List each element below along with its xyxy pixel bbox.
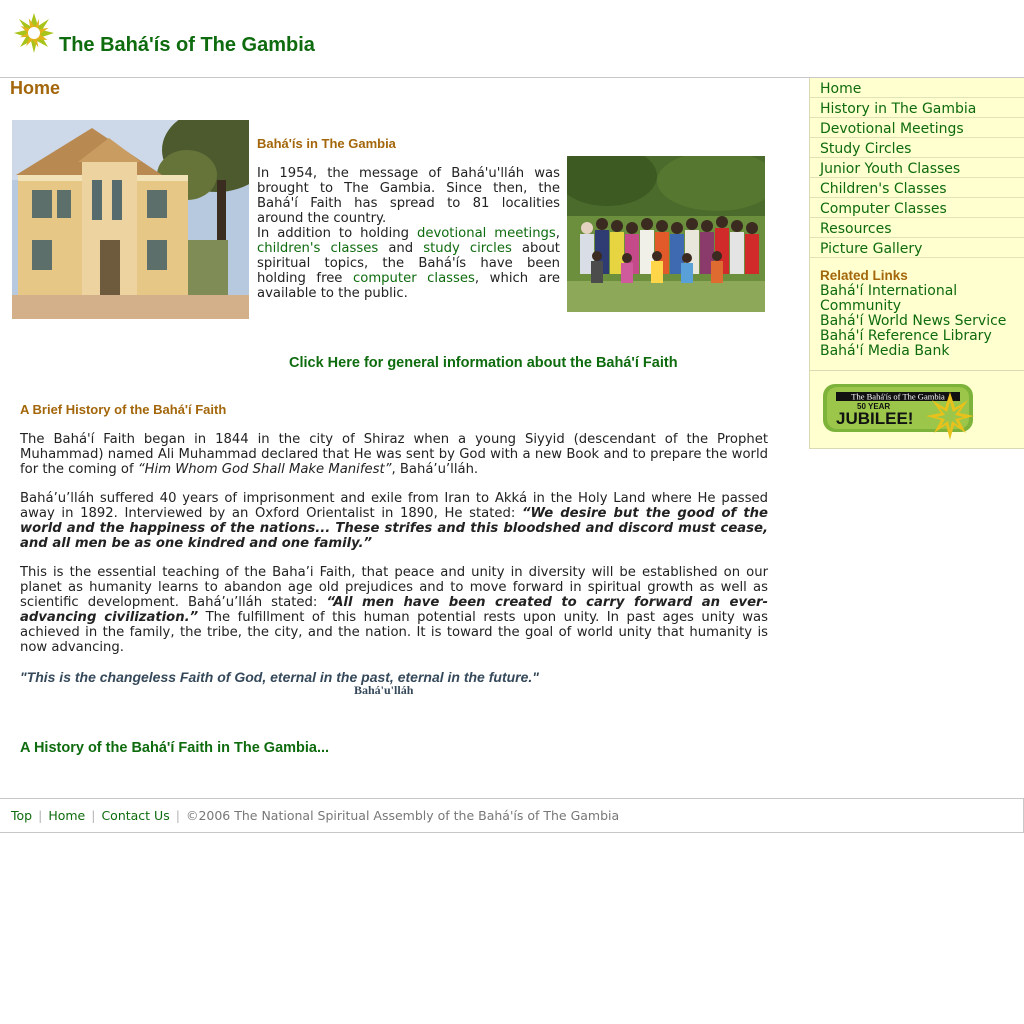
history-paragraph-1: The Bahá'í Faith began in 1844 in the ci… [20, 432, 768, 477]
sidebar-item-study-circles[interactable]: Study Circles [810, 138, 1024, 158]
page-footer: Top | Home | Contact Us | ©2006 The National S… [0, 798, 1024, 833]
sidebar-item-computer[interactable]: Computer Classes [810, 198, 1024, 218]
related-links-title: Related Links [820, 268, 908, 283]
footer-separator: | [38, 808, 43, 823]
childrens-classes-link[interactable]: children's classes [257, 241, 378, 256]
intro-section: Bahá'ís in The Gambia In 1954, the messa… [257, 136, 560, 301]
related-link-media[interactable]: Bahá'í Media Bank [820, 344, 1020, 359]
computer-classes-link[interactable]: computer classes [353, 271, 475, 286]
sidebar-item-label[interactable]: Study Circles [820, 141, 911, 157]
banner-line-1: The Bahá'ís of The Gambia [851, 392, 945, 402]
devotional-meetings-link[interactable]: devotional meetings [417, 226, 556, 241]
sidebar: Home History in The Gambia Devotional Me… [809, 78, 1024, 449]
footer-top-link[interactable]: Top [11, 808, 32, 823]
sidebar-item-label[interactable]: Devotional Meetings [820, 121, 964, 137]
comma-text: , [555, 226, 560, 241]
intro-paragraph: In 1954, the message of Bahá'u'lláh was … [257, 166, 560, 226]
related-link-library[interactable]: Bahá'í Reference Library [820, 329, 1020, 344]
sidebar-item-gallery[interactable]: Picture Gallery [810, 238, 1024, 258]
gambia-history-link[interactable]: A History of the Bahá'í Faith in The Gam… [20, 740, 329, 756]
related-link-news[interactable]: Bahá'í World News Service [820, 314, 1020, 329]
intro-text: In addition to holding [257, 226, 409, 241]
related-links: Related Links Bahá'í International Commu… [820, 267, 1020, 359]
history-quote: “Him Whom God Shall Make Manifest” [137, 462, 392, 477]
closing-quote: "This is the changeless Faith of God, et… [20, 669, 539, 685]
study-circles-link[interactable]: study circles [423, 241, 512, 256]
sidebar-item-label[interactable]: Children's Classes [820, 181, 947, 197]
general-info-link[interactable]: Click Here for general information about… [289, 355, 678, 371]
jubilee-banner[interactable]: The Bahá'ís of The Gambia 50 YEAR JUBILE… [822, 382, 977, 448]
brief-history-section: A Brief History of the Bahá'í Faith The … [20, 402, 768, 669]
sidebar-item-label[interactable]: Picture Gallery [820, 241, 922, 257]
sidebar-item-devotional[interactable]: Devotional Meetings [810, 118, 1024, 138]
sidebar-item-label[interactable]: Computer Classes [820, 201, 947, 217]
footer-separator: | [175, 808, 180, 823]
related-link-bic[interactable]: Bahá'í International Community [820, 284, 1020, 314]
sidebar-item-label[interactable]: Resources [820, 221, 892, 237]
sidebar-item-label[interactable]: Junior Youth Classes [820, 161, 960, 177]
history-text: , Bahá’u’lláh. [391, 462, 479, 477]
footer-separator: | [91, 808, 96, 823]
sidebar-nav: Home History in The Gambia Devotional Me… [810, 78, 1024, 258]
page-title: Home [10, 78, 61, 98]
sidebar-item-label[interactable]: History in The Gambia [820, 101, 976, 117]
sidebar-item-history[interactable]: History in The Gambia [810, 98, 1024, 118]
sidebar-item-childrens[interactable]: Children's Classes [810, 178, 1024, 198]
site-header: The Bahá'ís of The Gambia [0, 0, 1024, 78]
closing-attribution: Bahá'u'lláh [354, 683, 414, 697]
intro-title: Bahá'ís in The Gambia [257, 136, 396, 151]
footer-contact-link[interactable]: Contact Us [101, 808, 169, 823]
site-title[interactable]: The Bahá'ís of The Gambia [59, 34, 315, 57]
house-photo [12, 120, 249, 319]
copyright-text: ©2006 The National Spiritual Assembly of… [185, 808, 620, 823]
sidebar-divider [810, 370, 1024, 371]
nine-pointed-star-icon[interactable] [12, 12, 56, 54]
group-photo [567, 156, 765, 312]
sidebar-item-label[interactable]: Home [820, 81, 861, 97]
history-title: A Brief History of the Bahá'í Faith [20, 402, 227, 417]
sidebar-item-home[interactable]: Home [810, 78, 1024, 98]
banner-line-3: JUBILEE! [836, 409, 913, 428]
history-paragraph-3: This is the essential teaching of the Ba… [20, 565, 768, 655]
sidebar-item-junior-youth[interactable]: Junior Youth Classes [810, 158, 1024, 178]
history-paragraph-2: Bahá’u’lláh suffered 40 years of impriso… [20, 491, 768, 551]
and-text: and [388, 241, 414, 256]
sidebar-item-resources[interactable]: Resources [810, 218, 1024, 238]
footer-home-link[interactable]: Home [48, 808, 85, 823]
